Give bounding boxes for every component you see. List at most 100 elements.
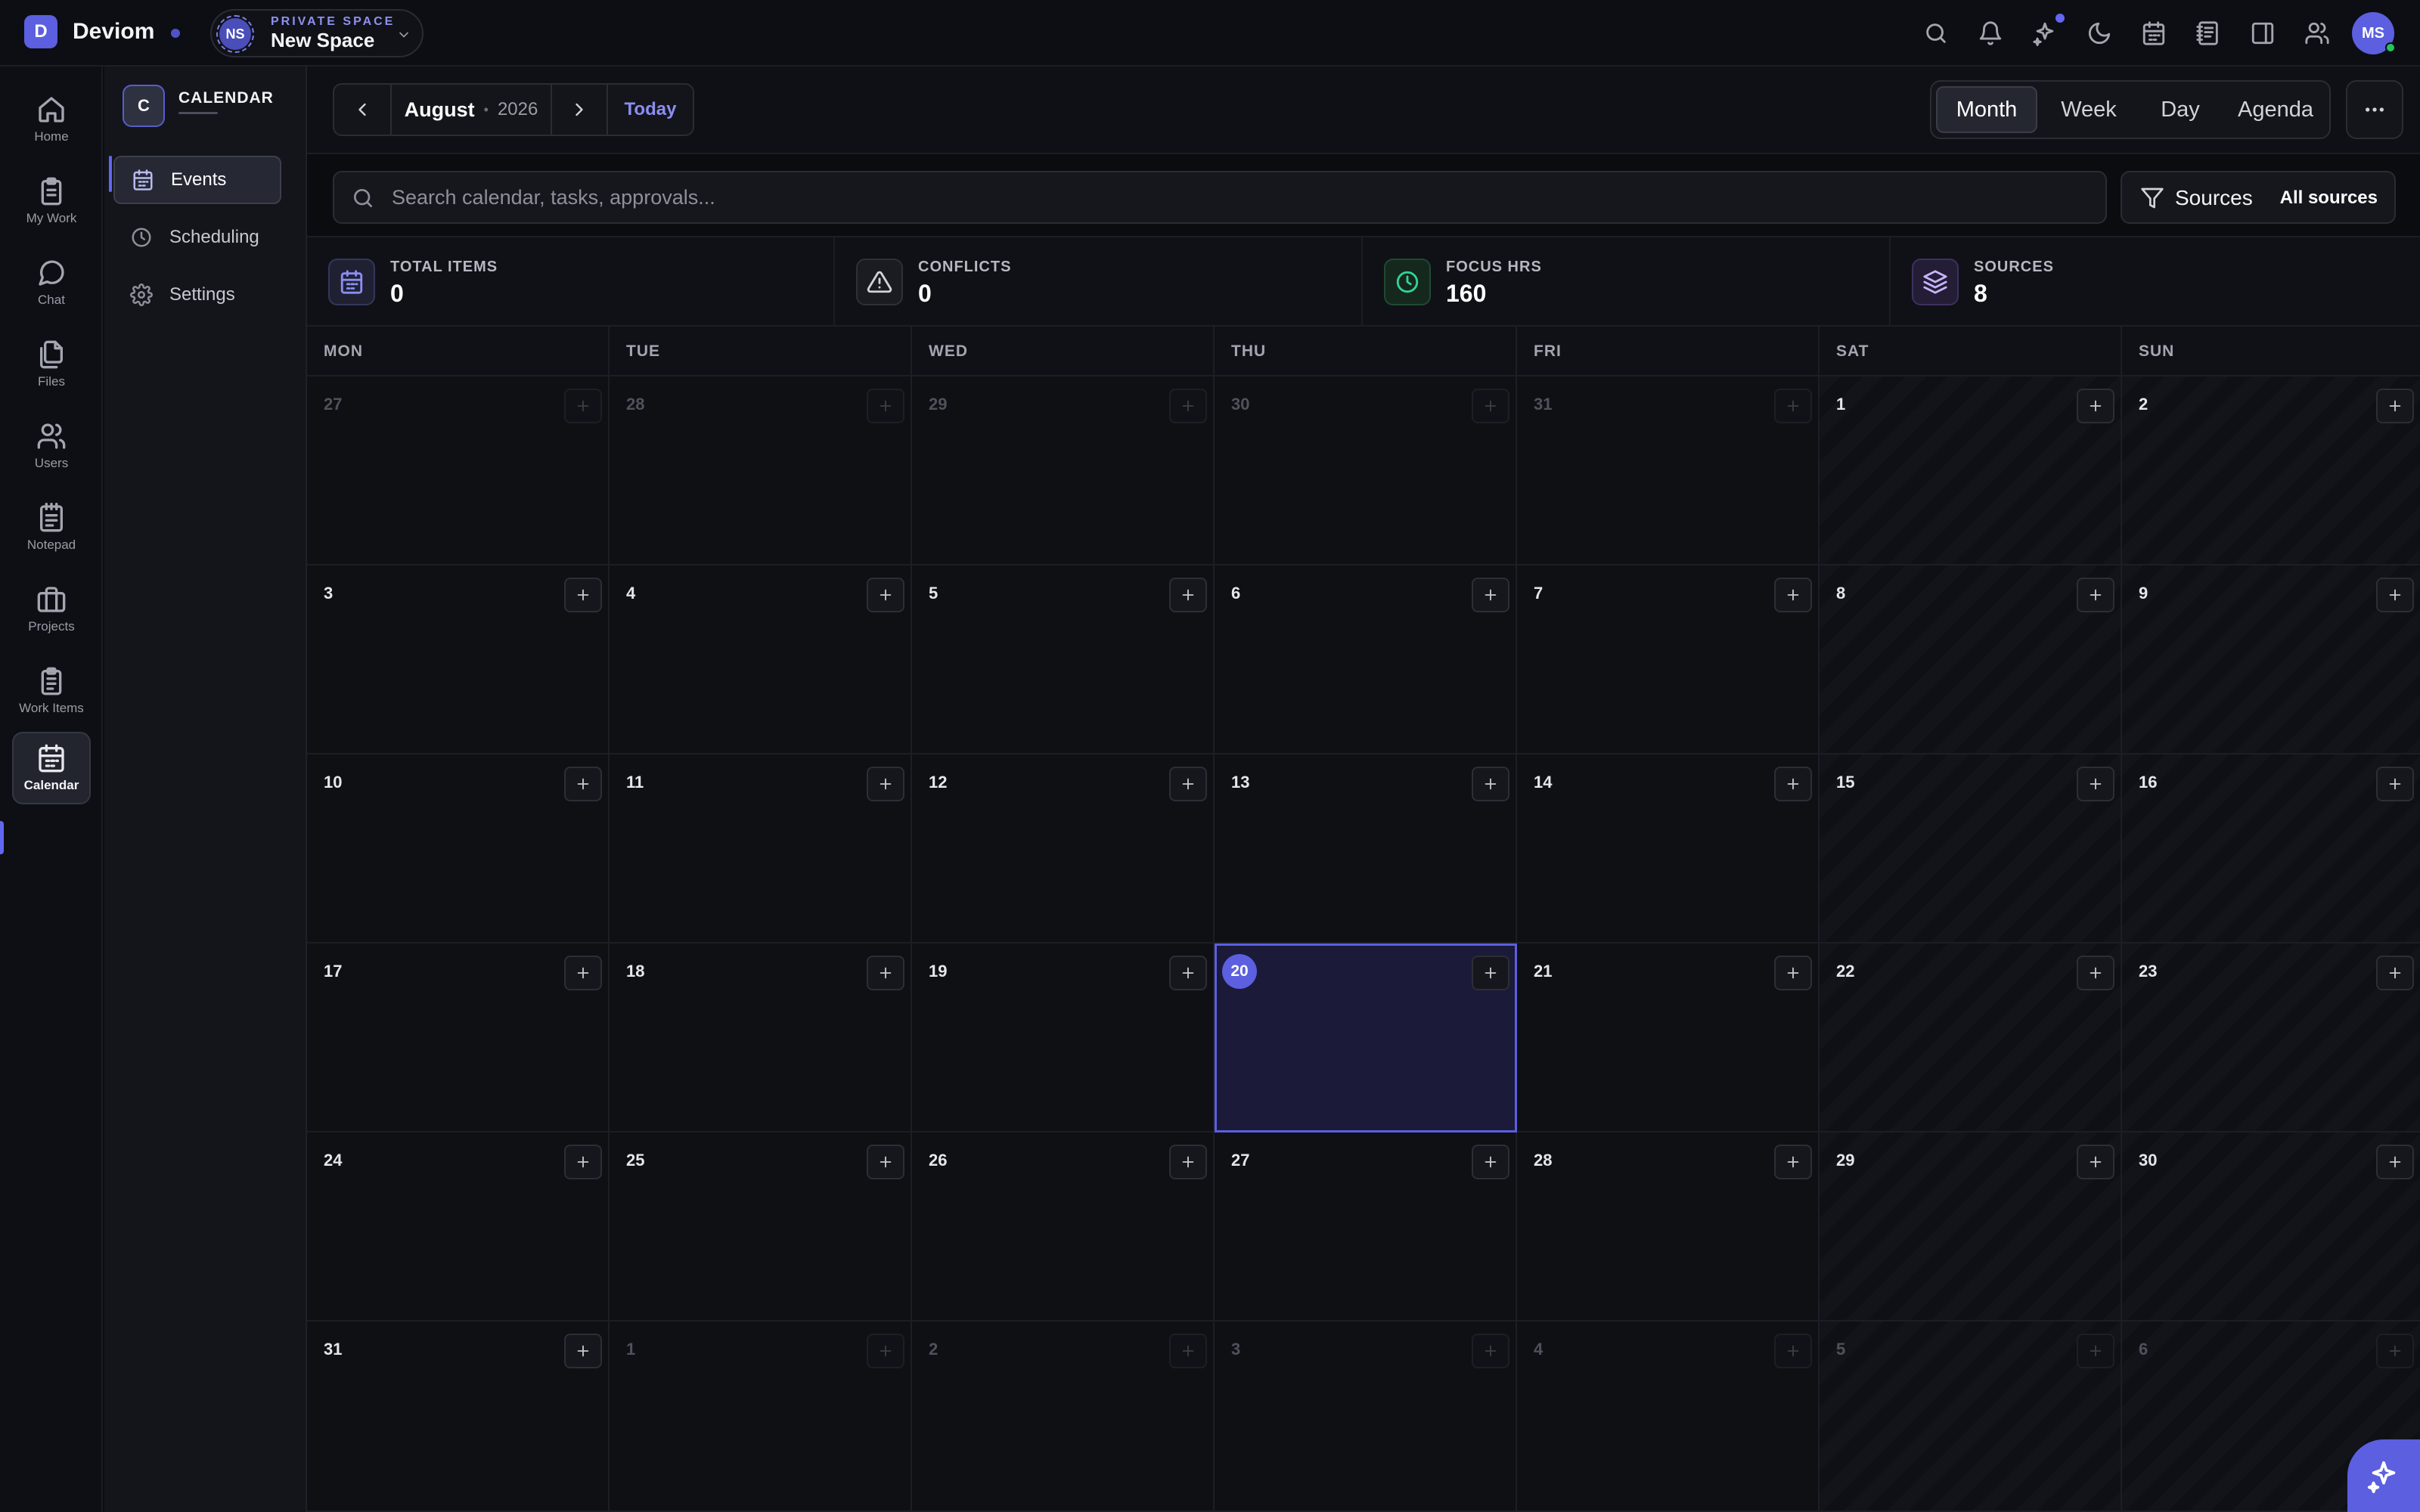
day-cell[interactable]: 12 bbox=[912, 754, 1215, 943]
add-event-button[interactable] bbox=[564, 1334, 602, 1368]
day-cell[interactable]: 6 bbox=[1215, 565, 1517, 754]
add-event-button[interactable] bbox=[564, 956, 602, 990]
day-cell[interactable]: 29 bbox=[912, 376, 1215, 565]
rail-item-files[interactable]: Files bbox=[12, 328, 91, 401]
sidebar-item-settings[interactable]: Settings bbox=[113, 271, 281, 319]
calendar-icon[interactable] bbox=[2139, 18, 2169, 48]
day-cell[interactable]: 2 bbox=[2122, 376, 2420, 565]
rail-item-home[interactable]: Home bbox=[12, 83, 91, 156]
notebook-icon[interactable] bbox=[2193, 18, 2223, 48]
day-cell[interactable]: 29 bbox=[1820, 1132, 2122, 1321]
day-cell[interactable]: 10 bbox=[307, 754, 610, 943]
add-event-button[interactable] bbox=[2376, 1334, 2414, 1368]
day-cell[interactable]: 9 bbox=[2122, 565, 2420, 754]
prev-month-button[interactable] bbox=[334, 85, 390, 135]
rail-item-chat[interactable]: Chat bbox=[12, 246, 91, 319]
add-event-button[interactable] bbox=[1472, 956, 1509, 990]
add-event-button[interactable] bbox=[1472, 1334, 1509, 1368]
day-cell[interactable]: 5 bbox=[912, 565, 1215, 754]
day-cell[interactable]: 28 bbox=[1517, 1132, 1820, 1321]
view-week-button[interactable]: Week bbox=[2040, 86, 2137, 133]
day-cell[interactable]: 8 bbox=[1820, 565, 2122, 754]
brand[interactable]: D Deviom bbox=[24, 15, 154, 48]
add-event-button[interactable] bbox=[1472, 1145, 1509, 1179]
day-cell[interactable]: 4 bbox=[610, 565, 912, 754]
add-event-button[interactable] bbox=[1774, 956, 1812, 990]
add-event-button[interactable] bbox=[1774, 767, 1812, 801]
add-event-button[interactable] bbox=[1472, 389, 1509, 423]
day-cell[interactable]: 3 bbox=[1215, 1321, 1517, 1512]
month-year-label[interactable]: August • 2026 bbox=[392, 85, 551, 135]
add-event-button[interactable] bbox=[2376, 1145, 2414, 1179]
ai-assistant-button[interactable] bbox=[2347, 1439, 2420, 1512]
day-cell[interactable]: 1 bbox=[1820, 376, 2122, 565]
add-event-button[interactable] bbox=[867, 578, 904, 612]
day-cell[interactable]: 22 bbox=[1820, 943, 2122, 1132]
rail-item-users[interactable]: Users bbox=[12, 410, 91, 482]
bell-icon[interactable] bbox=[1975, 18, 2006, 48]
day-cell[interactable]: 20 bbox=[1215, 943, 1517, 1132]
add-event-button[interactable] bbox=[1472, 578, 1509, 612]
rail-item-projects[interactable]: Projects bbox=[12, 573, 91, 646]
day-cell[interactable]: 1 bbox=[610, 1321, 912, 1512]
add-event-button[interactable] bbox=[867, 1145, 904, 1179]
day-cell[interactable]: 13 bbox=[1215, 754, 1517, 943]
day-cell[interactable]: 25 bbox=[610, 1132, 912, 1321]
add-event-button[interactable] bbox=[867, 389, 904, 423]
view-agenda-button[interactable]: Agenda bbox=[2223, 86, 2328, 133]
add-event-button[interactable] bbox=[2376, 578, 2414, 612]
add-event-button[interactable] bbox=[867, 767, 904, 801]
add-event-button[interactable] bbox=[1169, 956, 1207, 990]
day-cell[interactable]: 7 bbox=[1517, 565, 1820, 754]
day-cell[interactable]: 31 bbox=[307, 1321, 610, 1512]
view-day-button[interactable]: Day bbox=[2140, 86, 2220, 133]
sidebar-item-events[interactable]: Events bbox=[113, 156, 281, 204]
day-cell[interactable]: 19 bbox=[912, 943, 1215, 1132]
add-event-button[interactable] bbox=[1774, 1334, 1812, 1368]
day-cell[interactable]: 17 bbox=[307, 943, 610, 1132]
day-cell[interactable]: 27 bbox=[307, 376, 610, 565]
day-cell[interactable]: 16 bbox=[2122, 754, 2420, 943]
today-button[interactable]: Today bbox=[608, 85, 693, 135]
add-event-button[interactable] bbox=[2376, 389, 2414, 423]
view-month-button[interactable]: Month bbox=[1936, 86, 2037, 133]
add-event-button[interactable] bbox=[1169, 1334, 1207, 1368]
add-event-button[interactable] bbox=[564, 389, 602, 423]
day-cell[interactable]: 24 bbox=[307, 1132, 610, 1321]
add-event-button[interactable] bbox=[1472, 767, 1509, 801]
more-options-button[interactable] bbox=[2346, 80, 2403, 139]
search-input[interactable] bbox=[392, 172, 2093, 222]
space-switcher[interactable]: NS PRIVATE SPACE New Space bbox=[210, 9, 424, 57]
sparkles-icon[interactable] bbox=[2030, 18, 2060, 48]
rail-item-notepad[interactable]: Notepad bbox=[12, 491, 91, 564]
day-cell[interactable]: 21 bbox=[1517, 943, 1820, 1132]
add-event-button[interactable] bbox=[2077, 1334, 2114, 1368]
add-event-button[interactable] bbox=[2077, 578, 2114, 612]
sidebar-item-scheduling[interactable]: Scheduling bbox=[113, 213, 281, 262]
add-event-button[interactable] bbox=[2077, 1145, 2114, 1179]
day-cell[interactable]: 18 bbox=[610, 943, 912, 1132]
day-cell[interactable]: 2 bbox=[912, 1321, 1215, 1512]
users-icon[interactable] bbox=[2302, 18, 2332, 48]
day-cell[interactable]: 31 bbox=[1517, 376, 1820, 565]
add-event-button[interactable] bbox=[2376, 956, 2414, 990]
panel-icon[interactable] bbox=[2248, 18, 2278, 48]
add-event-button[interactable] bbox=[2077, 389, 2114, 423]
search-icon[interactable] bbox=[1921, 18, 1951, 48]
add-event-button[interactable] bbox=[1774, 578, 1812, 612]
add-event-button[interactable] bbox=[1169, 1145, 1207, 1179]
rail-item-calendar[interactable]: Calendar bbox=[12, 732, 91, 804]
day-cell[interactable]: 4 bbox=[1517, 1321, 1820, 1512]
day-cell[interactable]: 26 bbox=[912, 1132, 1215, 1321]
add-event-button[interactable] bbox=[2077, 956, 2114, 990]
day-cell[interactable]: 30 bbox=[1215, 376, 1517, 565]
add-event-button[interactable] bbox=[564, 767, 602, 801]
moon-icon[interactable] bbox=[2084, 18, 2114, 48]
add-event-button[interactable] bbox=[564, 1145, 602, 1179]
add-event-button[interactable] bbox=[1169, 578, 1207, 612]
add-event-button[interactable] bbox=[2376, 767, 2414, 801]
add-event-button[interactable] bbox=[1774, 1145, 1812, 1179]
day-cell[interactable]: 27 bbox=[1215, 1132, 1517, 1321]
add-event-button[interactable] bbox=[2077, 767, 2114, 801]
add-event-button[interactable] bbox=[867, 956, 904, 990]
